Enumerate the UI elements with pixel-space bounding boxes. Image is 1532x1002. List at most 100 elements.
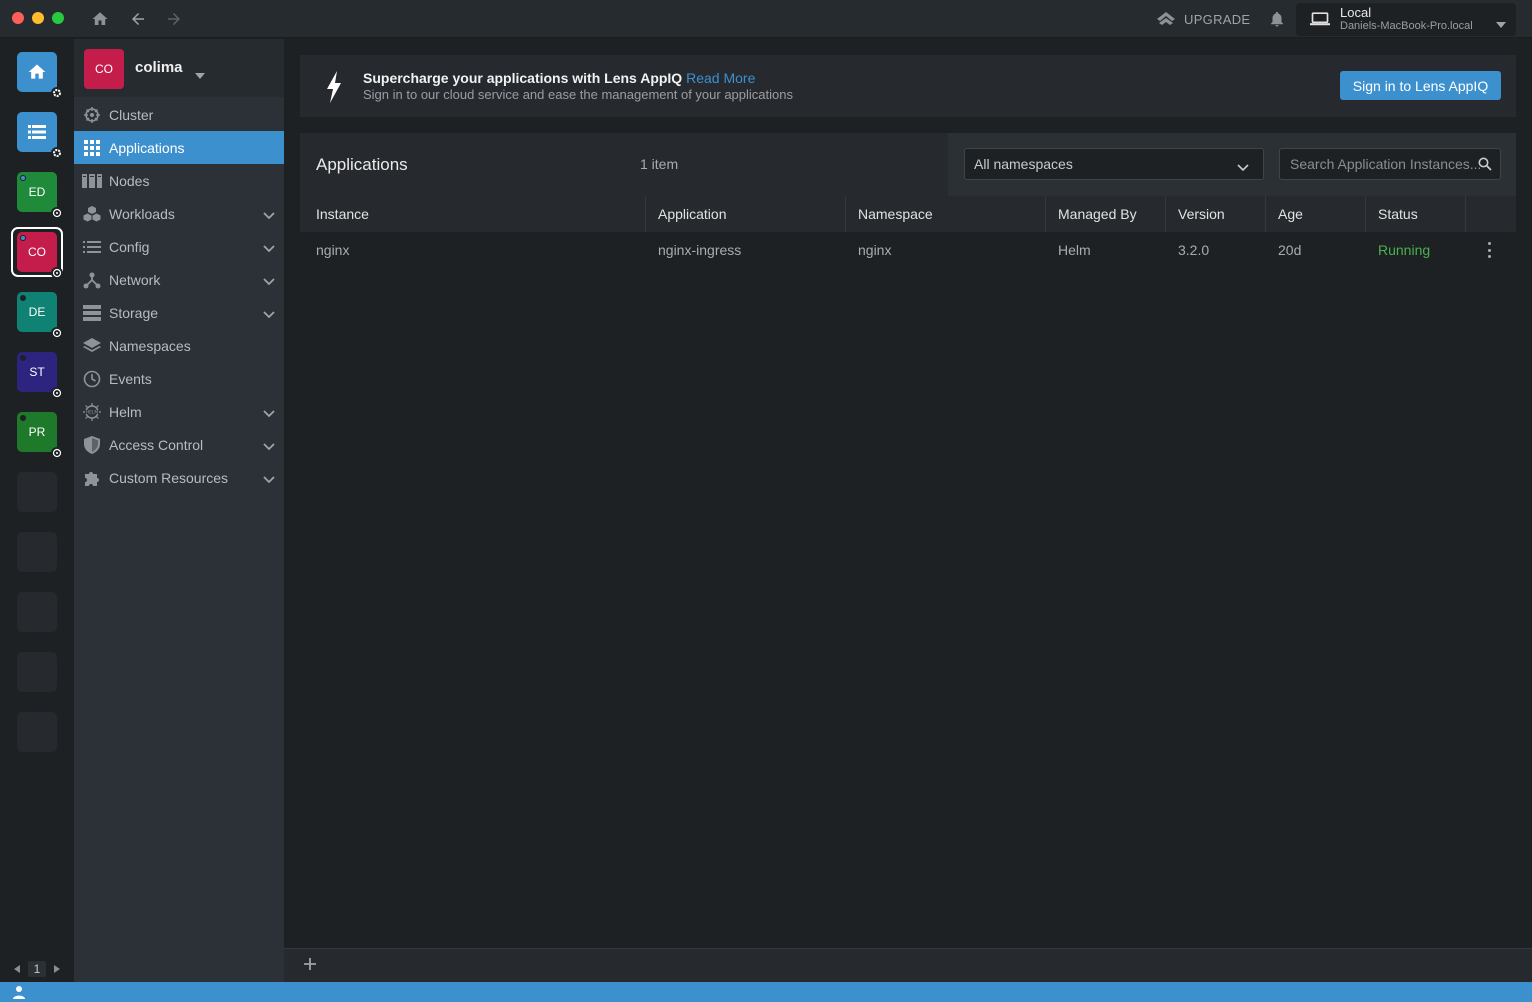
hotbar-empty-slot[interactable] [17,592,57,632]
sidebar-item-applications[interactable]: Applications [74,131,284,164]
chevron-down-icon[interactable] [263,306,275,322]
kubernetes-icon [51,267,63,279]
column-header-namespace[interactable]: Namespace [842,196,1046,232]
caret-down-icon [1496,15,1506,31]
sidebar-item-config[interactable]: Config [74,230,284,263]
sign-in-appiq-button[interactable]: Sign in to Lens AppIQ [1340,71,1501,100]
panel-header: Applications 1 item [300,133,948,196]
minimize-window-button[interactable] [32,12,44,24]
sidebar-item-label: Storage [109,304,159,321]
close-window-button[interactable] [12,12,24,24]
sidebar-item-cluster[interactable]: Cluster [74,98,284,131]
pager-next-icon[interactable] [54,962,61,976]
chevron-down-icon[interactable] [263,273,275,289]
pager-page-number: 1 [27,961,47,977]
sidebar-item-storage[interactable]: Storage [74,296,284,329]
column-header-version[interactable]: Version [1162,196,1266,232]
status-dot [20,175,26,181]
hotbar-empty-slot[interactable] [17,532,57,572]
status-badge: Running [1378,242,1431,258]
sidebar-item-nodes[interactable]: Nodes [74,164,284,197]
workloads-icon [82,204,102,224]
item-count: 1 item [640,156,679,172]
applications-panel: Applications 1 item All namespaces Insta… [300,133,1516,933]
sidebar-item-label: Events [109,370,152,387]
cluster-header[interactable]: CO colima [74,39,284,97]
upgrade-button[interactable]: UPGRADE [1156,9,1250,29]
cell-namespace: nginx [858,242,892,258]
gear-icon [51,87,63,99]
home-icon[interactable] [90,9,110,29]
forward-arrow-icon[interactable] [164,9,184,29]
panel-filters: All namespaces [948,133,1516,196]
local-hostname: Daniels-MacBook-Pro.local [1340,20,1473,32]
cell-managed-by: Helm [1058,242,1091,258]
puzzle-icon [82,468,102,488]
hotbar-empty-slot[interactable] [17,712,57,752]
cell-application: nginx-ingress [658,242,742,258]
sidebar-item-label: Cluster [109,106,154,123]
local-machine-selector[interactable]: Local Daniels-MacBook-Pro.local [1296,3,1516,36]
home-icon [28,64,46,79]
hotbar-empty-slot[interactable] [17,472,57,512]
read-more-link[interactable]: Read More [686,70,755,86]
search-input[interactable] [1280,149,1480,179]
local-title: Local [1340,5,1372,20]
cluster-sidebar: CO colima Cluster Applications Nodes Wor… [74,39,284,982]
hotbar-catalog[interactable] [17,112,57,152]
kubernetes-icon [51,327,63,339]
back-arrow-icon[interactable] [128,9,148,29]
laptop-icon [1310,11,1330,30]
network-icon [82,270,102,290]
kubernetes-icon [51,447,63,459]
sidebar-item-label: Network [109,271,161,288]
cluster-co-label: CO [28,245,46,259]
column-header-status[interactable]: Status [1362,196,1466,232]
chevron-down-icon[interactable] [263,471,275,487]
kubernetes-icon [51,387,63,399]
chevron-down-icon[interactable] [263,405,275,421]
sidebar-item-events[interactable]: Events [74,362,284,395]
title-bar: UPGRADE Local Daniels-MacBook-Pro.local [0,0,1532,38]
sidebar-item-workloads[interactable]: Workloads [74,197,284,230]
pager-prev-icon[interactable] [13,962,20,976]
table-row[interactable]: nginx nginx-ingress nginx Helm 3.2.0 20d… [300,232,1516,268]
sidebar-item-label: Helm [109,403,142,420]
chevron-down-icon[interactable] [263,438,275,454]
column-header-instance[interactable]: Instance [300,196,646,232]
hotbar-pager: 1 [0,957,74,981]
chevron-down-icon [1237,159,1249,175]
chevron-down-icon[interactable] [263,240,275,256]
sidebar-item-access-control[interactable]: Access Control [74,428,284,461]
banner-title: Supercharge your applications with Lens … [363,70,755,86]
add-tab-plus-icon[interactable] [302,956,318,975]
sidebar-item-label: Config [109,238,150,255]
hotbar-home[interactable] [17,52,57,92]
notifications-bell-icon[interactable] [1268,9,1288,29]
hotbar-empty-slot[interactable] [17,652,57,692]
upgrade-icon [1157,12,1175,25]
column-header-application[interactable]: Application [642,196,846,232]
sidebar-item-custom-resources[interactable]: Custom Resources [74,461,284,494]
sidebar-item-label: Applications [109,139,185,156]
status-dot [20,415,26,421]
bottom-dock [284,948,1532,982]
namespaces-icon [82,336,102,356]
page-title: Applications [316,155,408,174]
user-icon[interactable] [12,985,26,1002]
sidebar-item-namespaces[interactable]: Namespaces [74,329,284,362]
banner-subtitle: Sign in to our cloud service and ease th… [363,87,793,102]
kubernetes-icon [51,207,63,219]
maximize-window-button[interactable] [52,12,64,24]
sidebar-item-network[interactable]: Network [74,263,284,296]
row-menu-icon[interactable] [1484,242,1494,258]
hotbar: ED CO DE ST PR 1 [0,39,74,982]
column-header-age[interactable]: Age [1262,196,1366,232]
sidebar-item-label: Access Control [109,436,204,453]
namespace-select[interactable]: All namespaces [964,148,1264,180]
chevron-down-icon[interactable] [263,207,275,223]
helm-icon: HELM [82,402,102,422]
sidebar-item-helm[interactable]: HELM Helm [74,395,284,428]
sidebar-item-label: Namespaces [109,337,191,354]
column-header-managed-by[interactable]: Managed By [1042,196,1166,232]
